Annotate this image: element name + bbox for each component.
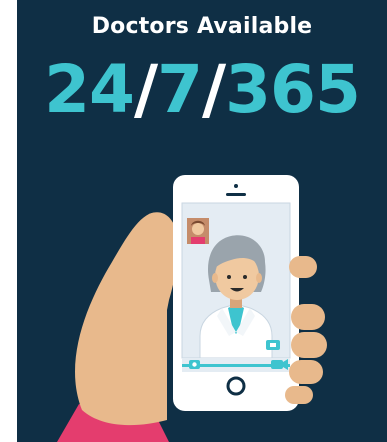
video-camera-icon[interactable] <box>266 340 280 350</box>
front-camera <box>234 184 238 188</box>
end-call-icon[interactable] <box>271 359 288 370</box>
camera-icon[interactable] <box>189 360 200 369</box>
promo-panel: Doctors Available 24/7/365 <box>17 0 387 442</box>
user-thumbnail-icon[interactable] <box>187 218 209 244</box>
speaker <box>226 193 246 196</box>
phone-illustration <box>57 175 327 442</box>
